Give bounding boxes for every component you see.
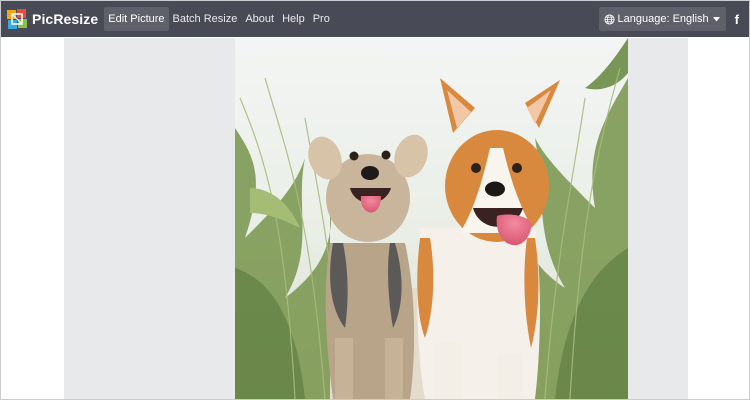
browser-frame: PicResize Edit Picture Batch Resize Abou…	[0, 0, 750, 400]
language-label: Language: English	[617, 13, 709, 25]
brand-link[interactable]: PicResize	[5, 1, 98, 37]
uploaded-photo[interactable]	[235, 38, 628, 399]
nav-item-pro[interactable]: Pro	[309, 7, 334, 31]
nav-item-help[interactable]: Help	[278, 7, 309, 31]
picresize-logo-icon	[7, 9, 27, 29]
dogs-photo-icon	[235, 38, 628, 399]
brand-name: PicResize	[32, 11, 99, 27]
top-navbar: PicResize Edit Picture Batch Resize Abou…	[1, 1, 749, 37]
nav-links: Edit Picture Batch Resize About Help Pro	[104, 1, 334, 37]
facebook-icon[interactable]: f	[735, 12, 739, 27]
globe-icon	[603, 13, 615, 25]
nav-item-about[interactable]: About	[241, 7, 278, 31]
nav-item-batch-resize[interactable]: Batch Resize	[169, 7, 242, 31]
language-dropdown[interactable]: Language: English	[598, 7, 726, 31]
nav-item-edit-picture[interactable]: Edit Picture	[104, 7, 169, 31]
chevron-down-icon	[712, 16, 720, 21]
nav-right: Language: English f	[598, 1, 749, 37]
image-workspace	[64, 38, 688, 399]
